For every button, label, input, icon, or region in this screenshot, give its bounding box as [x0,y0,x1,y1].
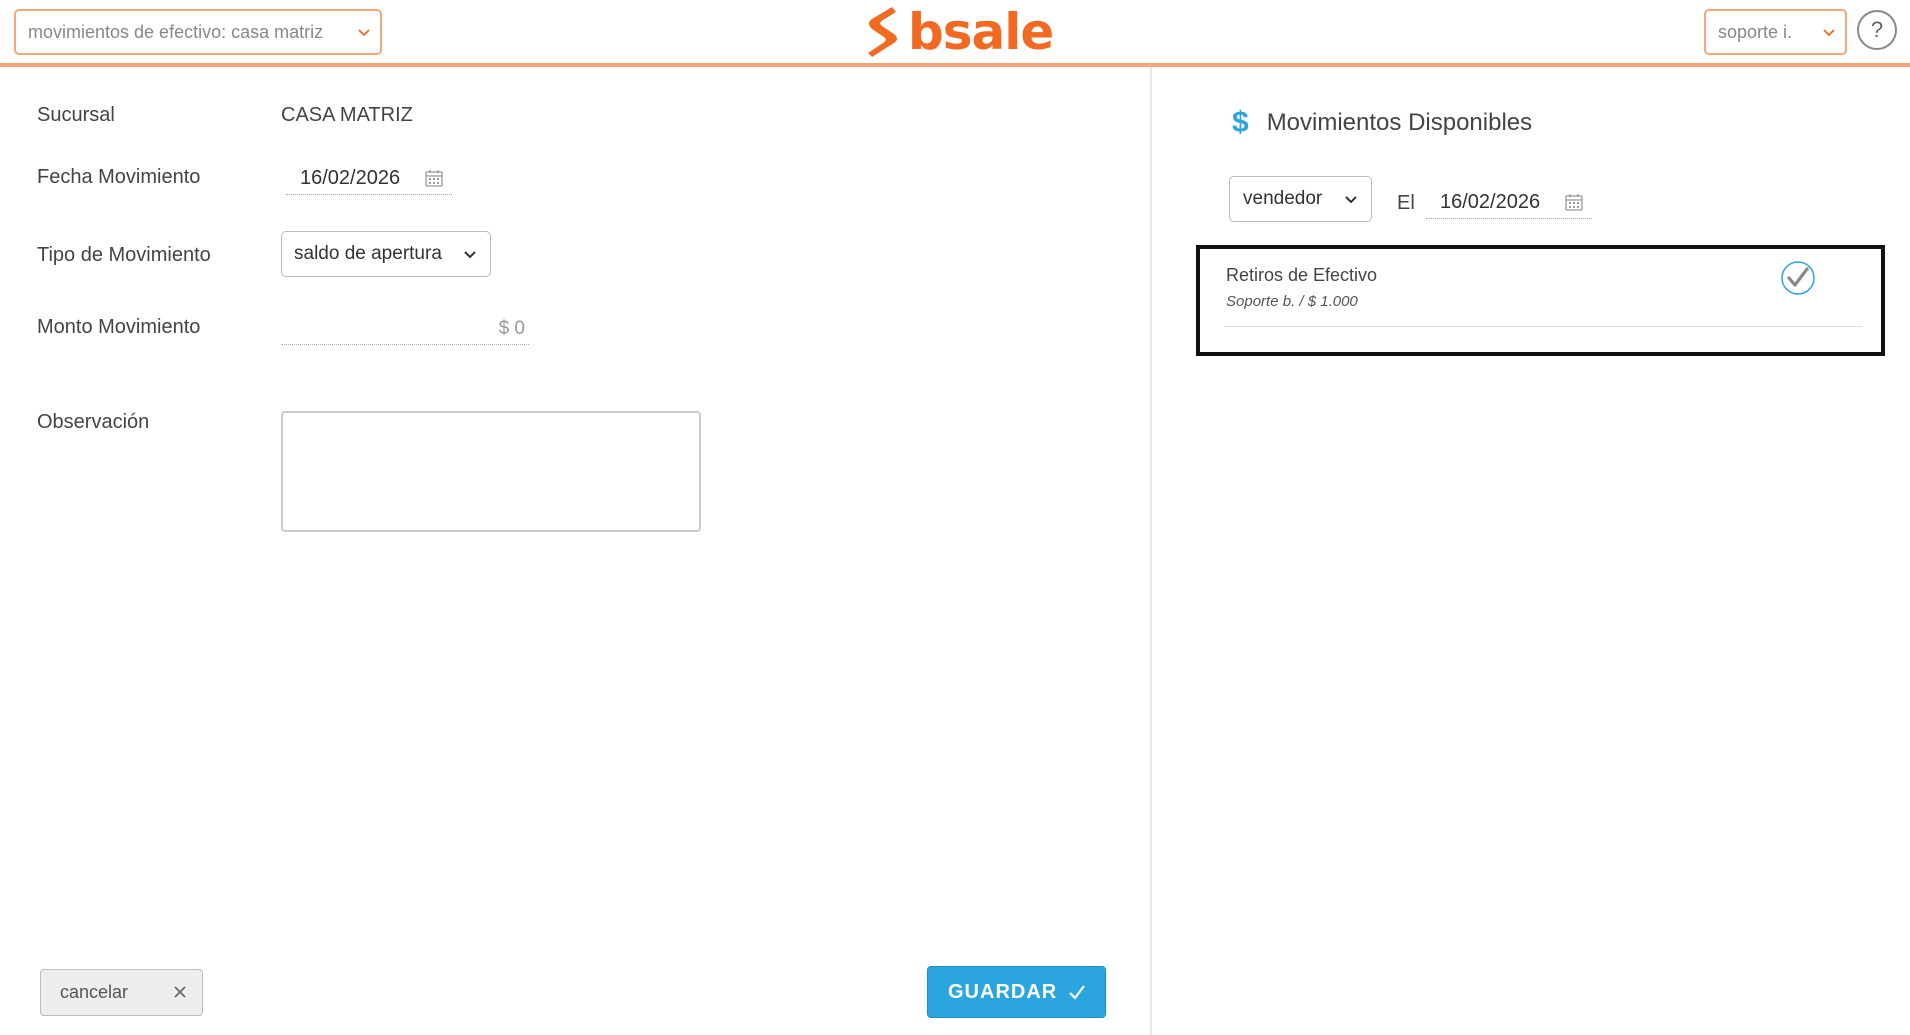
fecha-date-value: 16/02/2026 [300,166,401,189]
movimientos-date-value: 16/02/2026 [1440,190,1541,213]
tipo-label: Tipo de Movimiento [37,244,211,266]
help-icon: ? [1870,17,1884,42]
tipo-movimiento-value: saldo de apertura [294,243,442,264]
movimientos-title: Movimientos Disponibles [1266,109,1533,136]
context-select[interactable]: movimientos de efectivo: casa matriz [14,9,382,55]
vendedor-select[interactable]: vendedor [1229,176,1372,222]
sucursal-label: Sucursal [37,104,115,126]
cancel-label: cancelar [60,982,129,1002]
check-circle-icon[interactable] [1780,260,1816,296]
checkmark-icon [1069,985,1085,1000]
chevron-down-icon [464,251,476,259]
bsale-logo[interactable]: bsale [862,3,1054,61]
logo-text: bsale [908,3,1054,61]
bsale-logo-mark [868,7,897,57]
calendar-icon[interactable] [424,168,444,188]
chevron-down-icon [1345,196,1357,204]
observacion-label: Observación [37,411,150,433]
user-select[interactable]: soporte i. [1704,9,1847,55]
context-select-value: movimientos de efectivo: casa matriz [28,21,324,42]
fecha-label: Fecha Movimiento [37,166,201,188]
movimientos-date-field[interactable]: 16/02/2026 [1426,186,1592,219]
tipo-movimiento-select[interactable]: saldo de apertura [281,231,491,277]
monto-label: Monto Movimiento [37,316,201,338]
save-label: GUARDAR [948,980,1058,1003]
dollar-icon: $ [1232,106,1249,139]
chevron-down-icon [1823,29,1835,37]
cancel-button[interactable]: cancelar [40,969,203,1016]
movimiento-item[interactable]: Retiros de Efectivo Soporte b. / $ 1.000 [1196,245,1885,356]
item-divider [1224,326,1862,327]
movimientos-header: $ Movimientos Disponibles [1232,108,1532,138]
user-select-value: soporte i. [1718,21,1793,42]
sucursal-value: CASA MATRIZ [281,104,413,126]
monto-value: $ 0 [498,318,525,339]
movimiento-item-title: Retiros de Efectivo [1226,265,1378,285]
monto-input[interactable]: $ 0 [281,312,529,345]
date-prefix-label: El [1397,192,1415,214]
observacion-textarea[interactable] [281,411,701,532]
fecha-date-field[interactable]: 16/02/2026 [286,162,452,195]
panel-divider [1150,67,1152,1035]
calendar-icon[interactable] [1564,192,1584,212]
chevron-down-icon [358,29,370,37]
movimiento-item-subtitle: Soporte b. / $ 1.000 [1226,293,1358,310]
close-icon [174,986,186,998]
vendedor-select-value: vendedor [1243,188,1323,209]
help-button[interactable]: ? [1857,10,1897,50]
save-button[interactable]: GUARDAR [927,966,1106,1018]
top-header: movimientos de efectivo: casa matriz bsa… [0,0,1910,67]
